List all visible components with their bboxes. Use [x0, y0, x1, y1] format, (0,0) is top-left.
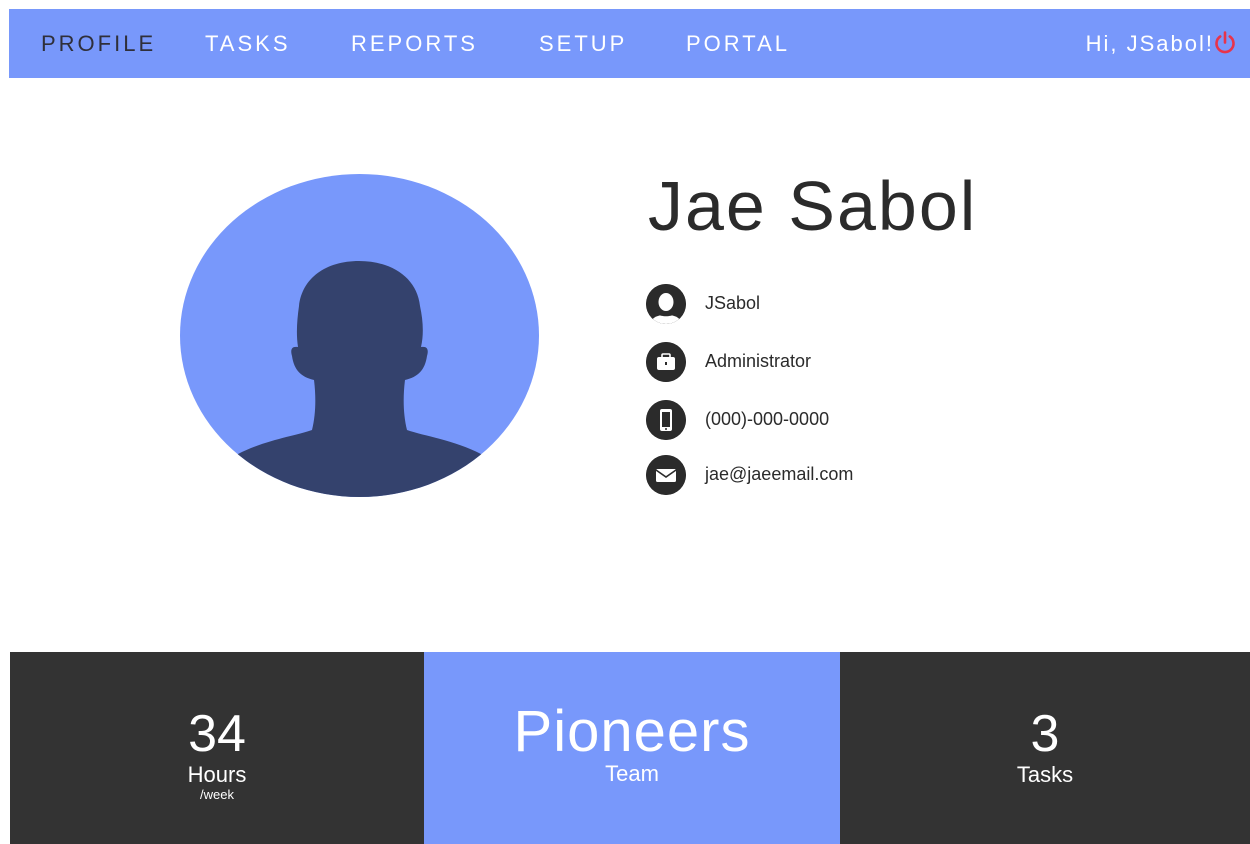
stat-hours-value: 34 — [188, 705, 246, 763]
nav-item-tasks[interactable]: TASKS — [205, 9, 291, 78]
top-nav-bar: PROFILE TASKS REPORTS SETUP PORTAL Hi, J… — [9, 9, 1250, 78]
stat-tasks-value: 3 — [1030, 705, 1060, 763]
stat-team-value: Pioneers — [513, 699, 751, 764]
stat-team-label: Team — [605, 761, 659, 786]
user-icon — [646, 284, 686, 324]
stat-team-panel: Pioneers Team — [424, 652, 840, 844]
briefcase-icon — [646, 342, 686, 382]
detail-role: Administrator — [705, 351, 812, 371]
stat-hours-label: Hours — [187, 762, 247, 787]
stat-tasks-panel: 3 Tasks — [840, 652, 1250, 844]
nav-item-portal[interactable]: PORTAL — [686, 9, 790, 78]
stat-tasks-label: Tasks — [1016, 762, 1074, 787]
detail-email: jae@jaeemail.com — [705, 464, 854, 484]
nav-item-setup[interactable]: SETUP — [539, 9, 627, 78]
detail-phone: (000)-000-0000 — [705, 409, 830, 429]
profile-name: Jae Sabol — [648, 167, 978, 245]
user-greeting: Hi, JSabol! — [1085, 31, 1214, 56]
user-silhouette-icon — [210, 261, 510, 497]
stat-hours-sublabel: /week — [200, 787, 234, 802]
nav-item-reports[interactable]: REPORTS — [351, 9, 478, 78]
power-icon[interactable] — [1212, 30, 1238, 56]
envelope-icon — [646, 455, 686, 495]
nav-item-profile[interactable]: PROFILE — [41, 9, 156, 78]
profile-avatar — [180, 174, 539, 497]
phone-icon — [646, 400, 686, 440]
detail-username: JSabol — [705, 293, 761, 313]
stat-hours-panel: 34 Hours /week — [10, 652, 424, 844]
